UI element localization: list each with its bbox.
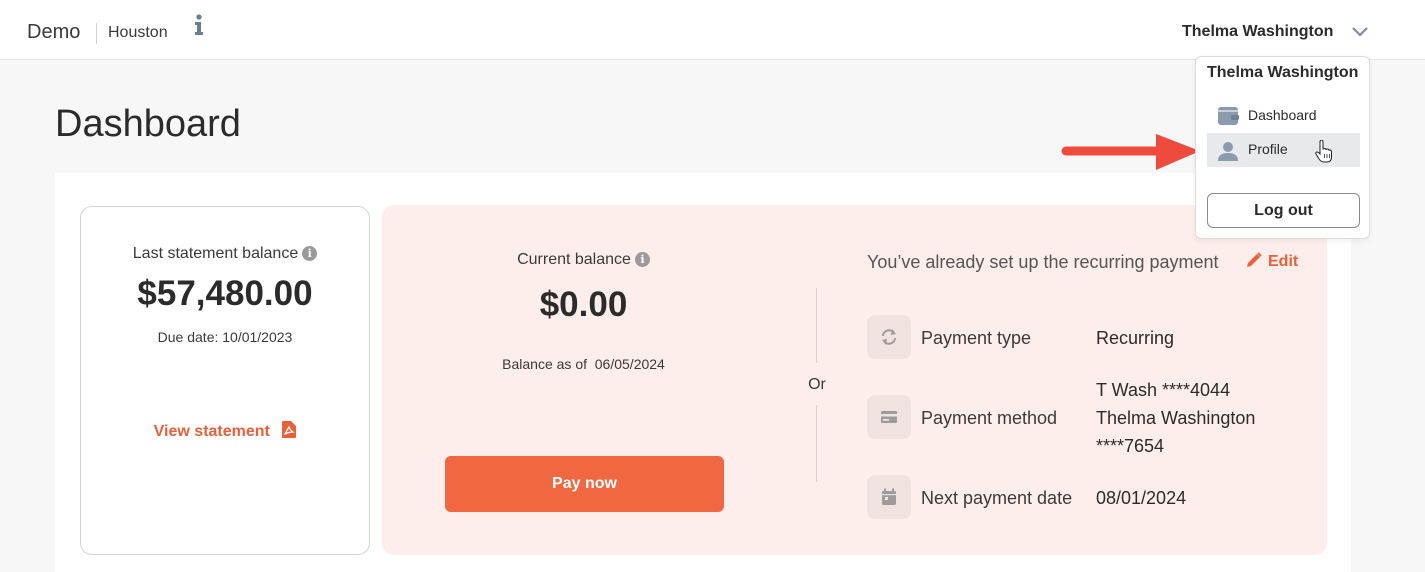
or-divider-text: Or bbox=[808, 376, 826, 393]
annotation-arrow bbox=[1061, 134, 1200, 170]
payment-method-line: ****7654 bbox=[1096, 436, 1165, 456]
location-name: Houston bbox=[108, 24, 168, 41]
info-icon[interactable]: i bbox=[634, 252, 650, 268]
info-icon[interactable]: i bbox=[302, 246, 318, 262]
page-title: Dashboard bbox=[55, 103, 241, 145]
menu-item-profile[interactable]: Profile bbox=[1207, 133, 1360, 167]
next-payment-date-value: 08/01/2024 bbox=[1096, 488, 1187, 508]
payment-type-label: Payment type bbox=[921, 328, 1032, 348]
last-statement-label: Last statement balance bbox=[132, 245, 299, 262]
hand-cursor-icon bbox=[1315, 140, 1332, 163]
last-statement-label-row: Last statement balance i bbox=[81, 245, 369, 263]
payment-card: Current balance i $0.00 Balance as of 06/… bbox=[382, 205, 1327, 555]
user-menu-name[interactable]: Thelma Washington bbox=[1182, 23, 1333, 41]
last-statement-card: Last statement balance i $57,480.00 Due d… bbox=[80, 206, 370, 555]
brand-divider bbox=[96, 23, 97, 44]
logout-button[interactable]: Log out bbox=[1207, 193, 1360, 228]
wallet-icon bbox=[1218, 107, 1239, 125]
divider-line bbox=[816, 288, 817, 363]
brand-name[interactable]: Demo bbox=[27, 21, 80, 44]
refresh-icon-box bbox=[867, 315, 911, 359]
edit-label[interactable]: Edit bbox=[1268, 253, 1298, 270]
credit-card-icon-box bbox=[867, 395, 911, 439]
pay-now-button[interactable]: Pay now bbox=[445, 456, 724, 512]
dropdown-user-name: Thelma Washington bbox=[1207, 64, 1359, 81]
user-dropdown-menu: Thelma Washington Dashboard Profile Log … bbox=[1195, 56, 1370, 239]
refresh-icon bbox=[882, 329, 896, 345]
menu-item-label[interactable]: Profile bbox=[1248, 141, 1288, 157]
menu-item-dashboard[interactable]: Dashboard bbox=[1207, 99, 1360, 133]
current-balance-label: Current balance bbox=[517, 251, 631, 268]
payment-method-value: T Wash ****4044 Thelma Washington ****76… bbox=[1096, 376, 1255, 460]
top-bar: Demo Houston Thelma Washington bbox=[0, 0, 1425, 60]
payment-type-value: Recurring bbox=[1096, 328, 1175, 348]
calendar-icon bbox=[882, 488, 896, 505]
edit-recurring-button[interactable]: Edit bbox=[1246, 252, 1298, 271]
recurring-message: You’ve already set up the recurring paym… bbox=[867, 252, 1219, 272]
view-statement-label[interactable]: View statement bbox=[154, 423, 270, 440]
balance-as-of: Balance as of 06/05/2024 bbox=[502, 356, 665, 372]
info-icon[interactable] bbox=[193, 14, 205, 36]
payment-method-label: Payment method bbox=[921, 408, 1058, 428]
next-payment-date-label: Next payment date bbox=[921, 488, 1073, 508]
chevron-down-icon[interactable] bbox=[1351, 25, 1369, 39]
pdf-icon bbox=[282, 421, 297, 438]
credit-card-icon bbox=[881, 411, 897, 423]
payment-method-line: Thelma Washington bbox=[1096, 408, 1256, 428]
divider-line bbox=[816, 405, 817, 482]
view-statement-link[interactable]: View statement bbox=[81, 421, 369, 441]
payment-method-line: T Wash ****4044 bbox=[1096, 380, 1231, 400]
last-statement-amount: $57,480.00 bbox=[137, 274, 313, 313]
user-icon bbox=[1218, 142, 1238, 161]
current-balance-label-row: Current balance i bbox=[445, 251, 722, 269]
current-balance-amount: $0.00 bbox=[539, 285, 628, 324]
due-date: Due date: 10/01/2023 bbox=[157, 329, 293, 345]
calendar-icon-box bbox=[867, 475, 911, 519]
pencil-icon bbox=[1247, 252, 1262, 267]
menu-item-label[interactable]: Dashboard bbox=[1248, 107, 1317, 123]
